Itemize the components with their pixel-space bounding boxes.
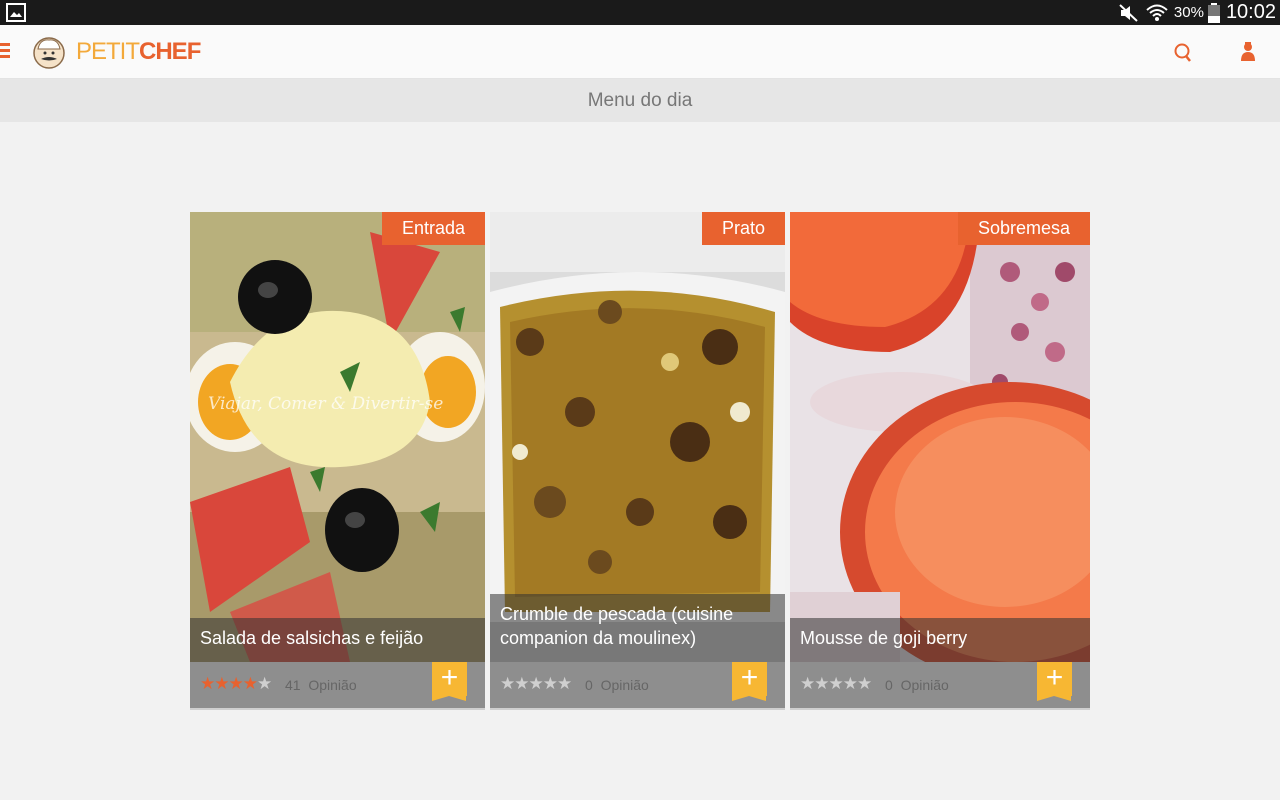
recipe-card-sobremesa[interactable]: Sobremesa Mousse de goji berry ★★★★★ 0 O…: [790, 212, 1090, 708]
rating-stars: ★★★★★: [200, 674, 272, 694]
rating-stars-empty: ★: [256, 674, 272, 693]
add-recipe-button[interactable]: +: [1037, 661, 1072, 701]
review-count-label: Opinião: [600, 677, 649, 693]
section-header: Menu do dia: [0, 79, 1280, 122]
recipe-image[interactable]: Viajar, Comer & Divertir-se: [190, 212, 485, 662]
gallery-notification-icon: [6, 3, 26, 22]
account-icon[interactable]: [1236, 40, 1260, 64]
review-count-number: 0: [585, 677, 593, 693]
review-count-label: Opinião: [900, 677, 949, 693]
rating-stars-empty: ★★★★★: [500, 674, 572, 693]
plus-icon: +: [1045, 661, 1064, 694]
battery-icon: [1207, 2, 1220, 23]
course-tag: Entrada: [381, 212, 485, 245]
card-footer: ★★★★★ 0 Opinião +: [790, 662, 1090, 708]
review-count-number: 41: [285, 677, 301, 693]
card-footer: ★★★★★ 41 Opinião +: [190, 662, 485, 708]
app-bar: PETIT CHEF: [0, 25, 1280, 79]
course-tag: Prato: [701, 212, 785, 245]
review-count: 41 Opinião: [285, 677, 357, 693]
clock: 10:02: [1225, 1, 1276, 23]
menu-icon[interactable]: [0, 43, 12, 59]
logo-text-petit: PETIT: [76, 38, 140, 65]
plus-icon: +: [740, 661, 759, 694]
logo-text-chef: CHEF: [139, 38, 201, 65]
add-recipe-button[interactable]: +: [432, 661, 467, 701]
battery-percentage: 30%: [1173, 4, 1204, 21]
card-footer: ★★★★★ 0 Opinião +: [490, 662, 785, 708]
review-count-label: Opinião: [308, 677, 357, 693]
image-watermark: Viajar, Comer & Divertir-se: [208, 394, 443, 414]
mute-icon: [1118, 2, 1140, 24]
wifi-icon: [1146, 2, 1168, 24]
plus-icon: +: [440, 661, 459, 694]
recipe-card-entrada[interactable]: Viajar, Comer & Divertir-se Entrada Sala…: [190, 212, 485, 708]
page-title: Menu do dia: [587, 89, 693, 111]
search-icon[interactable]: [1171, 41, 1195, 65]
recipe-image[interactable]: [790, 212, 1090, 662]
recipe-card-prato[interactable]: Prato Crumble de pescada (cuisine compan…: [490, 212, 785, 708]
rating-stars: ★★★★★: [800, 674, 872, 694]
review-count-number: 0: [885, 677, 893, 693]
logo[interactable]: PETIT CHEF: [32, 34, 201, 70]
chef-logo-icon: [32, 35, 66, 69]
add-recipe-button[interactable]: +: [732, 661, 767, 701]
rating-stars-empty: ★★★★★: [800, 674, 872, 693]
status-bar: 30% 10:02: [0, 0, 1280, 25]
rating-stars: ★★★★★: [500, 674, 572, 694]
review-count: 0 Opinião: [885, 677, 949, 693]
course-tag: Sobremesa: [957, 212, 1090, 245]
rating-stars-filled: ★★★★: [200, 674, 258, 693]
review-count: 0 Opinião: [585, 677, 649, 693]
